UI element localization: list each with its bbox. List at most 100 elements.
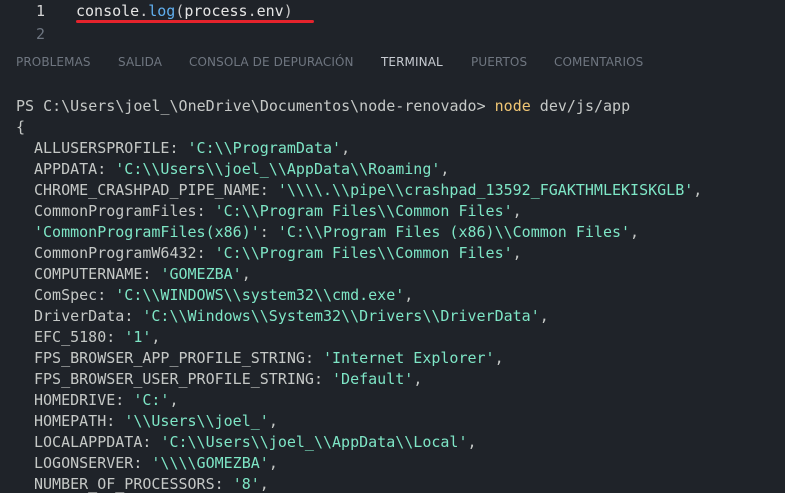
env-separator: : [115,391,134,409]
tab-salida[interactable]: SALIDA [118,55,162,69]
env-comma: , [512,244,522,262]
env-comma: , [341,139,351,157]
env-comma: , [440,160,450,178]
env-entry: ALLUSERSPROFILE: 'C:\\ProgramData', [0,138,785,159]
env-separator: : [304,349,323,367]
env-entry: APPDATA: 'C:\\Users\\joel_\\AppData\\Roa… [0,159,785,180]
env-key: DriverData [34,307,125,325]
tab-puertos[interactable]: PUERTOS [471,55,527,69]
tab-terminal[interactable]: TERMINAL [381,55,443,69]
env-value: 'Default' [332,370,414,388]
env-key: EFC_5180 [34,328,107,346]
env-key: ALLUSERSPROFILE [34,139,170,157]
env-entry: 'CommonProgramFiles(x86)': 'C:\\Program … [0,222,785,243]
env-key: CommonProgramW6432 [34,244,197,262]
env-separator: : [106,412,125,430]
env-separator: : [259,181,278,199]
env-value: '8' [232,475,260,493]
env-value: '\\\\.\\pipe\\crashpad_13592_FGAKTHMLEKI… [277,181,694,199]
env-comma: , [512,202,522,220]
env-value: '1' [124,328,152,346]
env-key: NUMBER_OF_PROCESSORS [34,475,215,493]
env-entry: ComSpec: 'C:\\WINDOWS\\system32\\cmd.exe… [0,285,785,306]
env-value: 'C:\\Windows\\System32\\Drivers\\DriverD… [142,307,540,325]
env-key: FPS_BROWSER_APP_PROFILE_STRING [34,349,305,367]
env-comma: , [404,286,414,304]
env-comma: , [693,181,703,199]
code-token-function: log [148,2,176,20]
terminal-prompt-line: PS C:\Users\joel_\OneDrive\Documentos\no… [0,96,785,117]
env-value: 'C:\\WINDOWS\\system32\\cmd.exe' [115,286,405,304]
code-editor[interactable]: 1 console.log(process.env) 2 [0,0,785,44]
env-comma: , [151,328,161,346]
env-separator: : [196,202,215,220]
env-comma: , [413,370,423,388]
env-value: 'Internet Explorer' [323,349,495,367]
code-text[interactable]: console.log(process.env) [76,0,293,22]
env-comma: , [268,412,278,430]
code-token-paren-close: ) [283,2,293,20]
env-value: 'C:\\Program Files\\Common Files' [214,202,513,220]
env-comma: , [539,307,549,325]
env-entry: COMPUTERNAME: 'GOMEZBA', [0,264,785,285]
env-key: CHROME_CRASHPAD_PIPE_NAME [34,181,260,199]
env-value: 'C:\\Users\\joel_\\AppData\\Roaming' [115,160,441,178]
env-separator: : [133,454,152,472]
env-value: 'C:\\Users\\joel_\\AppData\\Local' [160,433,468,451]
line-number: 1 [35,2,45,20]
env-entry: HOMEPATH: '\\Users\\joel_', [0,411,785,432]
editor-line-1[interactable]: 1 console.log(process.env) [0,0,785,23]
tab-consola-de-depuracion[interactable]: CONSOLA DE DEPURACIÓN [189,55,354,69]
env-separator: : [169,139,188,157]
env-entry: LOGONSERVER: '\\\\GOMEZBA', [0,453,785,474]
env-entry: FPS_BROWSER_APP_PROFILE_STRING: 'Interne… [0,348,785,369]
code-token-arg-property: env [256,2,284,20]
env-comma: , [259,475,269,493]
env-value: 'C:\\ProgramData' [187,139,342,157]
env-entry: EFC_5180: '1', [0,327,785,348]
env-separator: : [106,328,125,346]
env-value: 'C:\\Program Files (x86)\\Common Files' [277,223,631,241]
terminal-open-brace: { [16,118,26,136]
env-comma: , [268,454,278,472]
env-value: 'GOMEZBA' [160,265,242,283]
env-separator: : [97,286,116,304]
env-entry: NUMBER_OF_PROCESSORS: '8', [0,474,785,493]
code-token-object: console [76,2,140,20]
env-comma: , [169,391,179,409]
terminal-command: node [494,97,531,115]
terminal-output[interactable]: PS C:\Users\joel_\OneDrive\Documentos\no… [0,96,785,493]
env-key: LOGONSERVER [34,454,134,472]
env-separator: : [214,475,233,493]
env-key: COMPUTERNAME [34,265,143,283]
env-entry: LOCALAPPDATA: 'C:\\Users\\joel_\\AppData… [0,432,785,453]
env-entry: FPS_BROWSER_USER_PROFILE_STRING: 'Defaul… [0,369,785,390]
env-key: ComSpec [34,286,98,304]
env-separator: : [142,265,161,283]
env-separator: : [313,370,333,388]
editor-line-2[interactable]: 2 [0,23,785,45]
env-separator: : [97,160,116,178]
env-key: 'CommonProgramFiles(x86)' [34,223,260,241]
line-number: 2 [35,25,45,43]
env-entry: CHROME_CRASHPAD_PIPE_NAME: '\\\\.\\pipe\… [0,180,785,201]
env-comma: , [630,223,640,241]
env-entries: ALLUSERSPROFILE: 'C:\\ProgramData', APPDA… [0,138,785,493]
env-entry: CommonProgramW6432: 'C:\\Program Files\\… [0,243,785,264]
env-key: HOMEPATH [34,412,107,430]
env-value: 'C:\\Program Files\\Common Files' [214,244,513,262]
env-comma: , [494,349,504,367]
env-entry: DriverData: 'C:\\Windows\\System32\\Driv… [0,306,785,327]
env-key: CommonProgramFiles [34,202,197,220]
env-separator: : [142,433,161,451]
terminal-prompt: PS C:\Users\joel_\OneDrive\Documentos\no… [16,97,495,115]
env-value: '\\\\GOMEZBA' [151,454,269,472]
env-entry: HOMEDRIVE: 'C:', [0,390,785,411]
env-value: 'C:' [133,391,170,409]
env-value: '\\Users\\joel_' [124,412,269,430]
tab-comentarios[interactable]: COMENTARIOS [554,55,643,69]
env-separator: : [259,223,278,241]
env-key: LOCALAPPDATA [34,433,143,451]
env-separator: : [124,307,143,325]
tab-problemas[interactable]: PROBLEMAS [16,55,91,69]
